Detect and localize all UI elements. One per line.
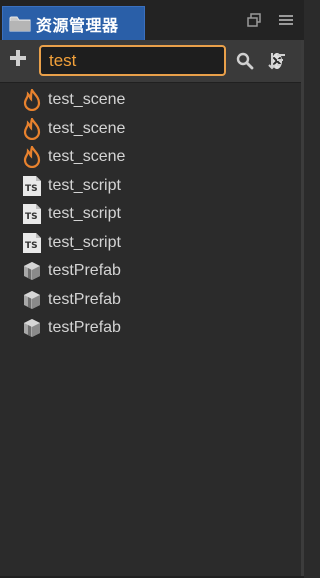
svg-text:TS: TS [25, 184, 38, 194]
asset-toolbar [0, 40, 304, 83]
list-item[interactable]: TS test_script [0, 229, 304, 258]
list-item[interactable]: test_scene [0, 86, 304, 115]
asset-list: test_scene test_scene test_scene TS test… [0, 86, 304, 343]
list-item[interactable]: testPrefab [0, 314, 304, 343]
list-item[interactable]: test_scene [0, 143, 304, 172]
scene-icon [22, 146, 42, 169]
plus-icon [10, 49, 26, 71]
typescript-icon: TS [22, 232, 42, 254]
panel-tab-bar: 资源管理器 [0, 0, 304, 41]
asset-name: test_scene [48, 91, 126, 109]
asset-name: testPrefab [48, 262, 121, 280]
prefab-icon [22, 260, 42, 282]
tab-assets[interactable]: 资源管理器 [2, 6, 145, 40]
add-asset-button[interactable] [6, 48, 30, 72]
sort-icon[interactable] [266, 50, 288, 72]
typescript-icon: TS [22, 175, 42, 197]
menu-icon[interactable] [278, 12, 294, 28]
prefab-icon [22, 289, 42, 311]
asset-name: test_script [48, 205, 121, 223]
svg-text:TS: TS [25, 241, 38, 251]
maximize-icon[interactable] [246, 12, 262, 28]
list-item[interactable]: TS test_script [0, 200, 304, 229]
scrollbar-track[interactable] [301, 40, 304, 578]
prefab-icon [22, 317, 42, 339]
asset-name: testPrefab [48, 290, 121, 308]
svg-text:TS: TS [25, 212, 38, 222]
panel-title: 资源管理器 [36, 17, 119, 35]
asset-name: test_scene [48, 119, 126, 137]
asset-name: test_scene [48, 148, 126, 166]
scene-icon [22, 89, 42, 112]
scene-icon [22, 117, 42, 140]
search-box [39, 45, 282, 76]
asset-name: testPrefab [48, 319, 121, 337]
list-item[interactable]: test_scene [0, 115, 304, 144]
list-item[interactable]: testPrefab [0, 257, 304, 286]
typescript-icon: TS [22, 203, 42, 225]
search-icon[interactable] [235, 51, 255, 71]
list-item[interactable]: testPrefab [0, 286, 304, 315]
list-item[interactable]: TS test_script [0, 172, 304, 201]
asset-name: test_script [48, 233, 121, 251]
asset-name: test_script [48, 176, 121, 194]
folder-icon [8, 13, 32, 35]
